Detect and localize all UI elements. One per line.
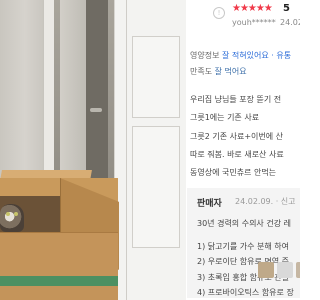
review-date: 24.02. — [280, 18, 300, 27]
review-text-line: 따로 줘봄. 바로 새로산 사료 — [190, 150, 284, 159]
review-text-line: 그릇2 기존 사료+이번에 산 — [190, 132, 284, 141]
review-panel: ! ★★★★★ 5 youh****** 24.02. 영양정보 잘 적혀있어요… — [186, 0, 300, 300]
seller-reply-meta[interactable]: 24.02.09. · 신고 — [235, 196, 296, 207]
attached-image-thumbnail[interactable] — [296, 262, 300, 278]
review-text-line: 동영상에 국민츄르 안먹는 — [190, 168, 277, 177]
attribute-value: 잘 적혀있어요 · 유통 — [222, 51, 292, 60]
photo-box-tape — [0, 276, 118, 286]
seller-reply-line: 1) 닭고기를 가수 분해 하여 — [197, 242, 289, 251]
photo-wardrobe-panel-bottom — [132, 126, 180, 248]
reviewer-id: youh****** — [232, 18, 276, 27]
photo-box-front — [0, 232, 118, 300]
review-attribute-nutrition: 영양정보 잘 적혀있어요 · 유통 — [190, 50, 291, 61]
attribute-label: 만족도 — [190, 67, 213, 76]
review-header: ★★★★★ 5 — [186, 3, 300, 17]
attribute-label: 영양정보 — [190, 51, 220, 60]
photo-cat — [0, 204, 24, 232]
rating-value: 5 — [283, 3, 290, 14]
photo-cat-eye-left — [6, 212, 10, 216]
seller-name: 판매자 — [197, 199, 222, 209]
seller-reply-line: 3) 초록입 홍합 함유로 관절 — [197, 273, 289, 282]
review-text-line: 그릇1에는 기존 사료 — [190, 113, 260, 122]
photo-cat-eye-right — [14, 212, 18, 216]
star-rating: ★★★★★ — [232, 3, 273, 14]
review-photo[interactable] — [0, 0, 186, 300]
attached-image-thumbnail[interactable] — [258, 262, 274, 278]
photo-wardrobe-seam — [126, 0, 127, 300]
review-attribute-satisfaction: 만족도 잘 먹어요 — [190, 66, 247, 77]
attached-image-thumbnail[interactable] — [277, 262, 293, 278]
seller-reply-line: 4) 프로바이오틱스 함유로 장 — [197, 288, 294, 297]
seller-reply-line: 30년 경력의 수의사 건강 레 — [197, 219, 291, 228]
seller-reply-line: 2) 우로이단 함유로 면역 증 — [197, 257, 289, 266]
photo-wardrobe-panel-top — [132, 36, 180, 118]
photo-door-handle — [90, 108, 102, 112]
attribute-value: 잘 먹어요 — [214, 67, 247, 76]
review-text-line: 우리집 냥님들 포장 뜯기 전 — [190, 95, 282, 104]
seller-reply: 판매자 24.02.09. · 신고 30년 경력의 수의사 건강 레 1) 닭… — [187, 188, 300, 298]
